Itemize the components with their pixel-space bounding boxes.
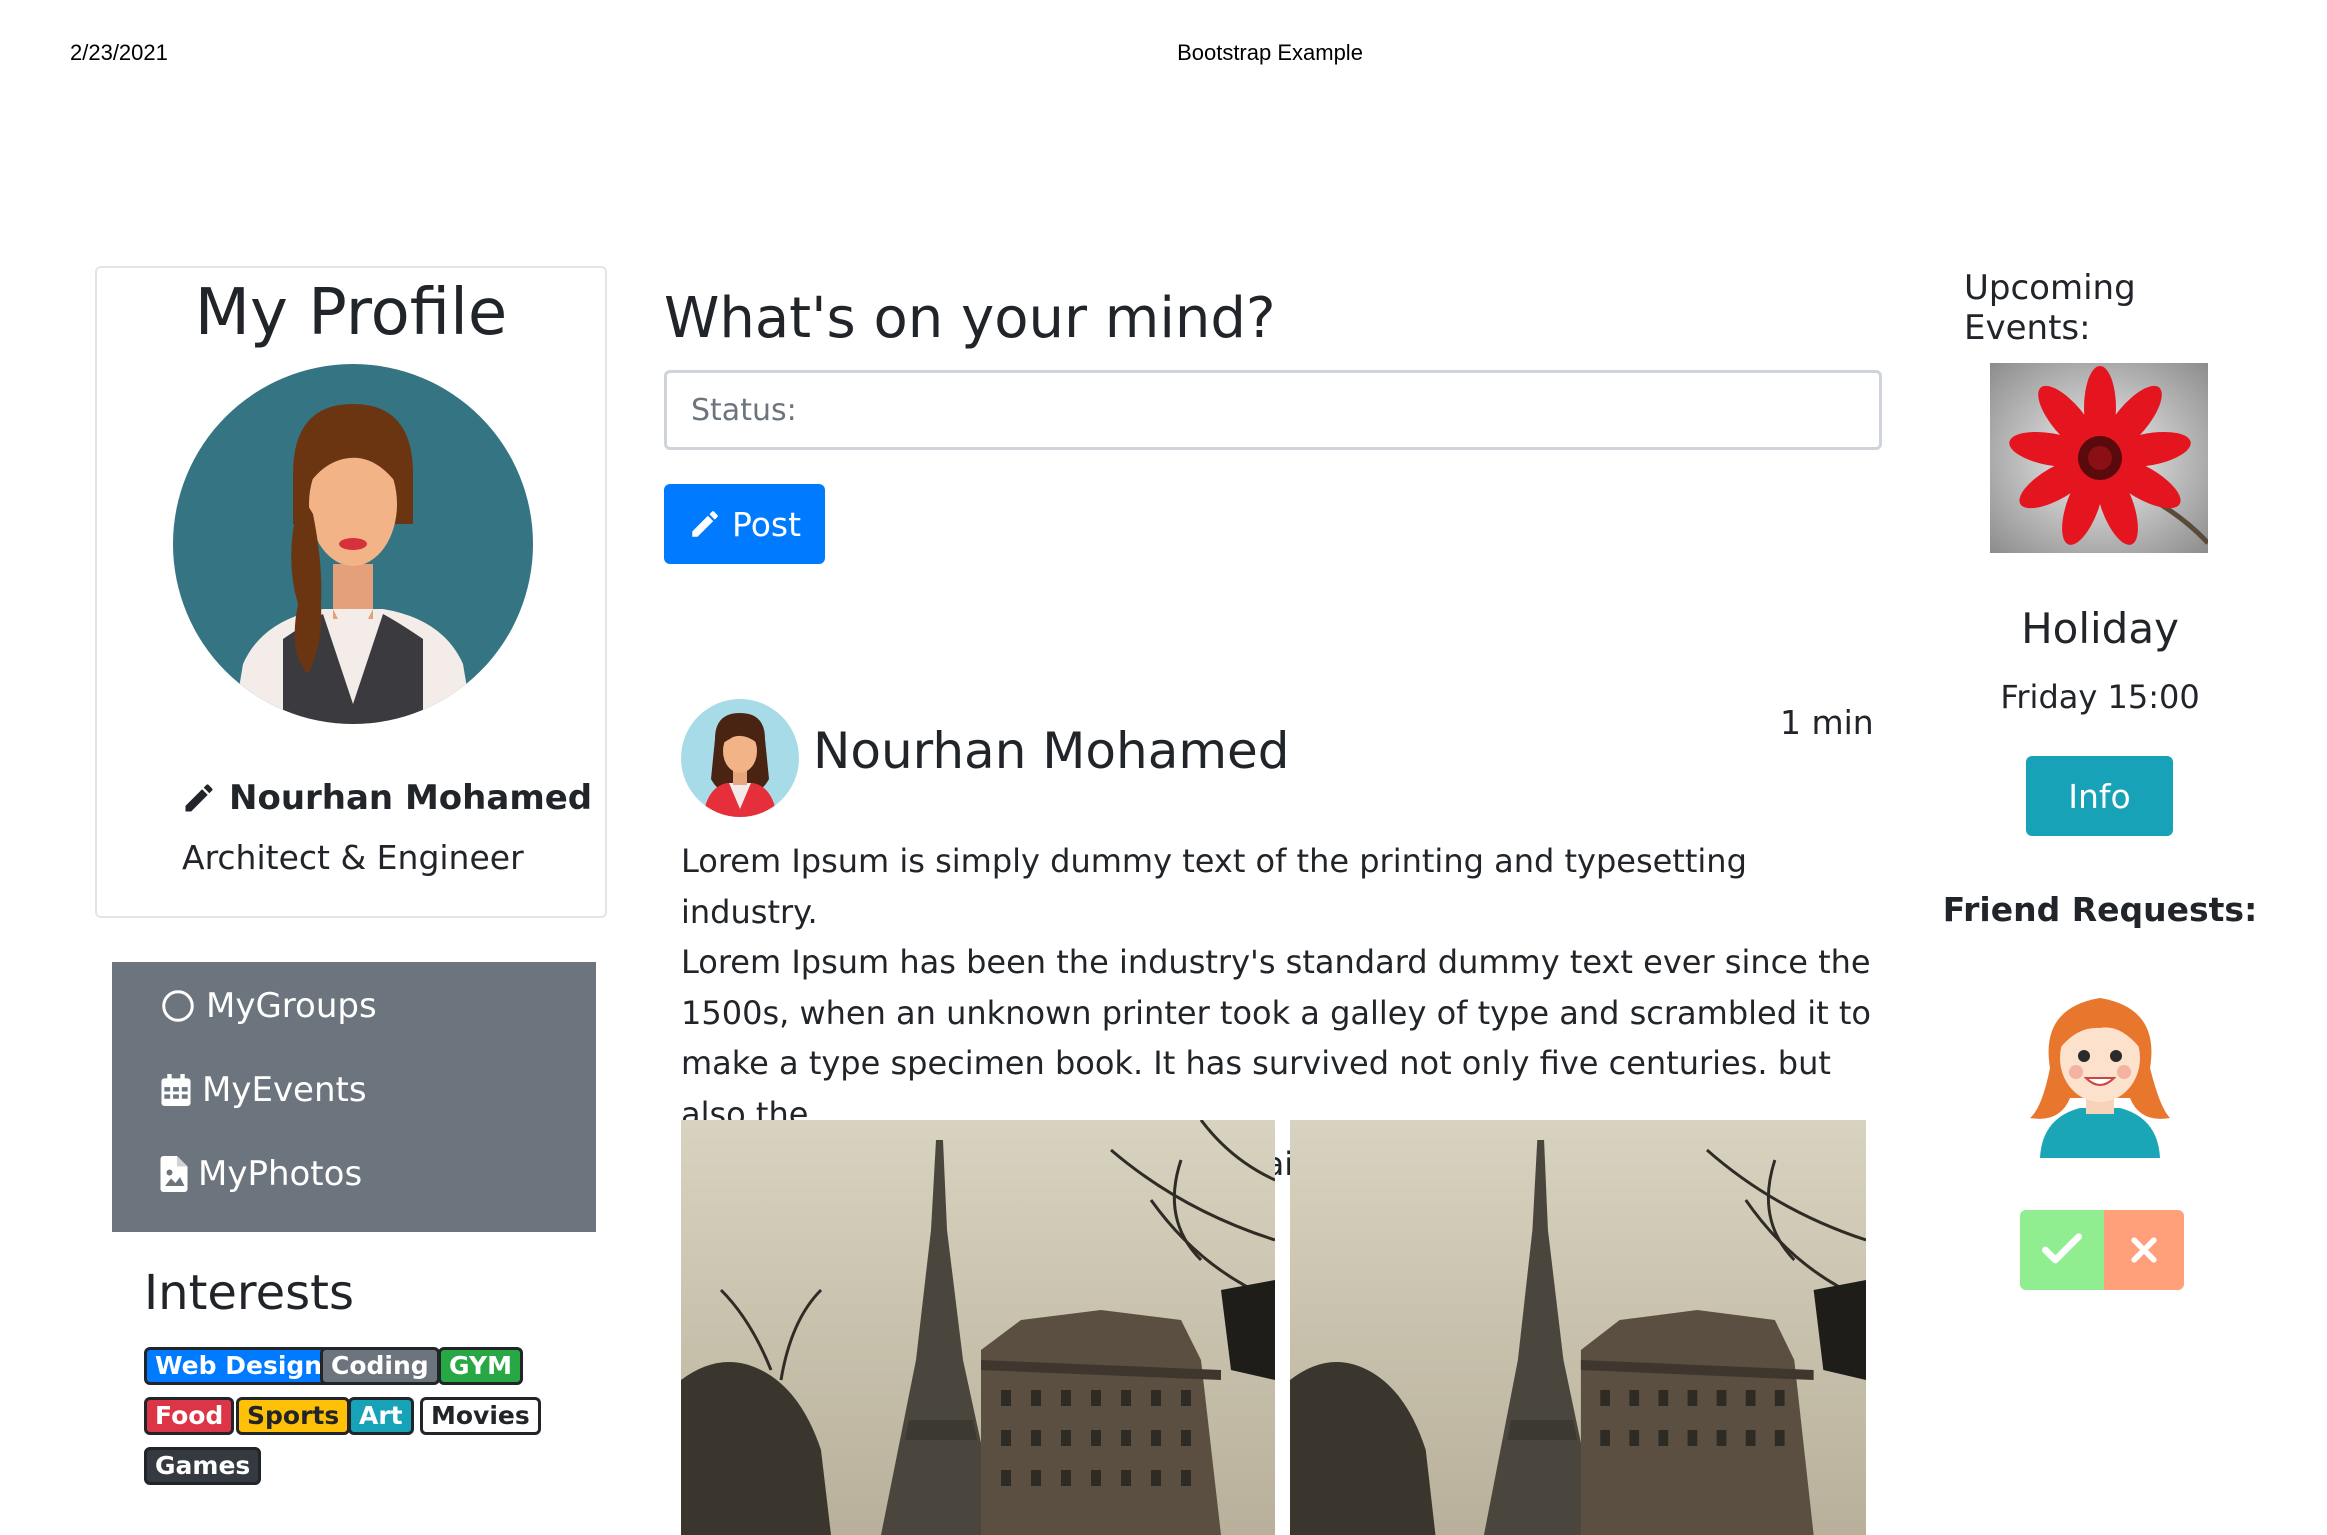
post-author: Nourhan Mohamed xyxy=(813,722,1290,780)
nav-item-label: MyEvents xyxy=(202,1070,367,1110)
nav-item-myphotos[interactable]: MyPhotos xyxy=(160,1154,362,1194)
pencil-icon[interactable] xyxy=(181,780,217,816)
interest-tag[interactable]: Movies xyxy=(420,1397,541,1435)
post-photo[interactable] xyxy=(681,1120,1275,1535)
event-name: Holiday xyxy=(2021,604,2179,653)
nav-item-label: MyPhotos xyxy=(198,1154,363,1194)
events-title: Upcoming Events: xyxy=(1964,268,2136,348)
accept-friend-button[interactable] xyxy=(2020,1210,2104,1290)
friend-requests-title: Friend Requests: xyxy=(1942,890,2258,929)
info-button[interactable]: Info xyxy=(2026,756,2173,836)
profile-name: Nourhan Mohamed xyxy=(181,778,592,818)
nav-item-myevents[interactable]: MyEvents xyxy=(160,1070,367,1110)
interest-tag[interactable]: Games xyxy=(144,1447,262,1485)
post-text-line: Lorem Ipsum has been the industry's stan… xyxy=(681,943,1871,981)
nav-item-mygroups[interactable]: MyGroups xyxy=(160,986,377,1026)
circle-icon xyxy=(162,990,194,1022)
post-button-label: Post xyxy=(731,504,802,544)
interest-tag[interactable]: Food xyxy=(144,1397,235,1435)
calendar-icon xyxy=(161,1074,191,1106)
post-text-line: Lorem Ipsum is simply dummy text of the … xyxy=(681,842,1747,931)
post-photo[interactable] xyxy=(1290,1120,1866,1535)
status-input[interactable] xyxy=(664,370,1882,450)
decline-friend-button[interactable] xyxy=(2104,1210,2184,1290)
check-icon xyxy=(2042,1233,2082,1264)
post-time: 1 min xyxy=(1780,703,1874,742)
profile-card: My Profile Nourhan Mohamed Architect & E… xyxy=(95,266,607,918)
profile-avatar xyxy=(173,364,533,724)
post-avatar xyxy=(681,699,799,817)
composer-title: What's on your mind? xyxy=(664,286,1276,351)
event-time: Friday 15:00 xyxy=(2000,678,2200,716)
side-nav: MyGroups MyEvents MyPhotos xyxy=(112,962,596,1232)
interest-tag[interactable]: Web Design xyxy=(144,1347,334,1385)
post-button[interactable]: Post xyxy=(664,484,825,564)
profile-name-text: Nourhan Mohamed xyxy=(229,778,593,818)
interest-tag[interactable]: Art xyxy=(348,1397,414,1435)
profile-title: My Profile xyxy=(194,276,508,350)
close-icon xyxy=(2131,1237,2157,1263)
interest-tag[interactable]: GYM xyxy=(438,1347,523,1385)
file-image-icon xyxy=(160,1156,188,1192)
nav-item-label: MyGroups xyxy=(206,986,377,1026)
interest-tag[interactable]: Coding xyxy=(320,1347,440,1385)
profile-job: Architect & Engineer xyxy=(182,838,524,877)
post-text-line: 1500s, when an unknown printer took a ga… xyxy=(681,993,1871,1032)
interests-title: Interests xyxy=(144,1265,354,1321)
pencil-icon xyxy=(692,511,718,537)
interest-tag[interactable]: Sports xyxy=(236,1397,351,1435)
friend-avatar xyxy=(2030,998,2170,1158)
event-image[interactable] xyxy=(1990,363,2208,553)
print-title: Bootstrap Example xyxy=(1177,40,1363,65)
